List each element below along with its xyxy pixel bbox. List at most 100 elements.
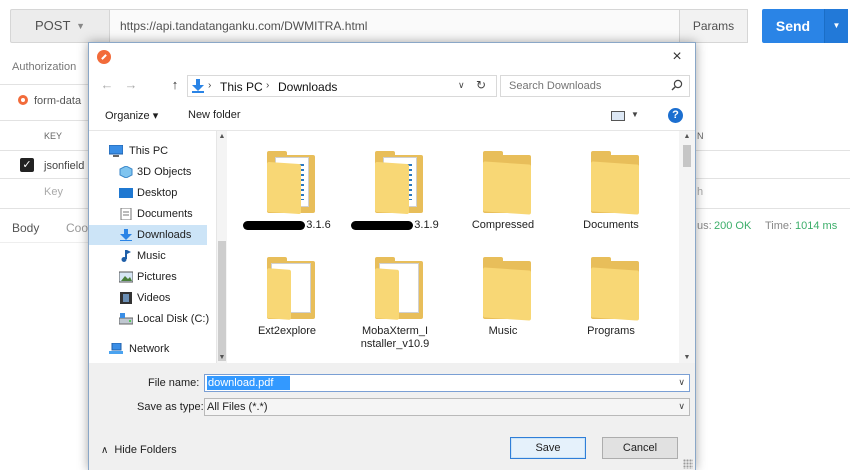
new-key-placeholder[interactable]: Key	[44, 186, 63, 198]
nav-item-local-disk[interactable]: Local Disk (C:)	[89, 309, 210, 329]
desktop-icon	[119, 188, 133, 198]
view-options-icon[interactable]	[611, 111, 625, 121]
file-item-mobaxterm-installer[interactable]: MobaXterm_Installer_v10.9	[345, 243, 445, 350]
file-name-input[interactable]	[206, 376, 666, 390]
save-as-type-label: Save as type:	[137, 401, 204, 413]
navigation-scrollbar[interactable]: ▲ ▼	[217, 131, 227, 363]
file-item-documents[interactable]: Documents	[561, 137, 661, 237]
navigation-pane: This PC 3D Objects Desktop Documents Dow…	[89, 131, 217, 363]
file-item-3-1-6[interactable]: 3.1.6	[237, 137, 337, 237]
nav-item-label: Local Disk (C:)	[137, 313, 210, 325]
nav-item-downloads[interactable]: Downloads	[89, 225, 207, 245]
breadcrumb-downloads[interactable]: Downloads	[278, 80, 337, 94]
status-label: us:	[697, 220, 712, 232]
file-item-music[interactable]: Music	[453, 243, 553, 343]
divider	[696, 150, 850, 151]
redacted-text	[243, 220, 306, 230]
hide-folders-button[interactable]: ∧ Hide Folders	[101, 444, 177, 456]
nav-item-desktop[interactable]: Desktop	[89, 183, 207, 203]
file-item-3-1-9[interactable]: 3.1.9	[345, 137, 445, 237]
row-key[interactable]: jsonfield	[44, 160, 84, 172]
search-icon[interactable]	[671, 79, 683, 91]
download-icon	[192, 79, 204, 93]
file-item-compressed[interactable]: Compressed	[453, 137, 553, 237]
file-name-label: Compressed	[471, 219, 535, 231]
tab-authorization[interactable]: Authorization	[12, 61, 76, 73]
save-as-type-value: All Files (*.*)	[207, 401, 268, 413]
chevron-down-icon[interactable]: ▼	[631, 110, 639, 119]
search-input[interactable]	[501, 76, 667, 96]
nav-item-documents[interactable]: Documents	[89, 204, 207, 224]
forward-arrow-icon[interactable]: →	[123, 77, 139, 92]
nav-item-network[interactable]: Network	[89, 339, 207, 359]
file-item-programs[interactable]: Programs	[561, 243, 661, 343]
divider	[0, 178, 88, 179]
chevron-down-icon[interactable]: ∨	[678, 377, 685, 388]
method-select[interactable]: POST ▼	[10, 9, 110, 43]
scroll-down-icon[interactable]: ▼	[217, 354, 227, 361]
breadcrumb-this-pc[interactable]: This PC	[220, 80, 263, 94]
scroll-down-icon[interactable]: ▼	[679, 354, 695, 361]
redacted-text	[351, 220, 414, 230]
file-name-label: MobaXterm_Installer_v10.9	[360, 325, 430, 350]
nav-item-label: Videos	[137, 292, 171, 304]
back-arrow-icon[interactable]: ←	[99, 77, 115, 92]
form-data-radio[interactable]	[18, 95, 28, 105]
chevron-down-icon: ▼	[76, 21, 85, 31]
divider	[0, 84, 88, 85]
url-input[interactable]: https://api.tandatanganku.com/DWMITRA.ht…	[110, 9, 680, 43]
new-value-placeholder[interactable]: h	[697, 186, 703, 198]
file-name-field[interactable]: ∨	[204, 374, 690, 392]
body-type-label: form-data	[34, 95, 82, 107]
nav-item-label: 3D Objects	[137, 166, 192, 178]
chevron-down-icon[interactable]: ∨	[458, 80, 465, 91]
nav-item-videos[interactable]: Videos	[89, 288, 207, 308]
file-list-scrollbar[interactable]: ▲ ▼	[679, 131, 695, 363]
computer-icon	[109, 145, 123, 157]
film-icon	[120, 292, 132, 304]
scroll-up-icon[interactable]: ▲	[217, 133, 227, 140]
file-list: 3.1.6 3.1.9 Compressed Documents Ext2exp…	[227, 131, 679, 363]
help-icon[interactable]: ?	[668, 108, 683, 123]
response-tab-cookies[interactable]: Coo	[66, 221, 88, 235]
save-button[interactable]: Save	[510, 437, 586, 459]
scrollbar-thumb[interactable]	[683, 145, 691, 167]
search-box[interactable]	[500, 75, 690, 97]
nav-item-label: Pictures	[137, 271, 177, 283]
nav-item-pictures[interactable]: Pictures	[89, 267, 207, 287]
new-folder-button[interactable]: New folder	[188, 109, 241, 121]
address-row: ← → ↑ › This PC › Downloads ∨ ↻	[89, 71, 695, 101]
nav-item-this-pc[interactable]: This PC	[89, 141, 207, 161]
row-enabled-checkbox[interactable]: ✓	[20, 158, 34, 172]
save-as-type-select[interactable]: All Files (*.*) ∨	[204, 398, 690, 416]
send-options-chevron-icon[interactable]: ▼	[824, 9, 848, 43]
app-logo-icon	[97, 50, 111, 64]
params-button[interactable]: Params	[680, 9, 748, 43]
chevron-down-icon[interactable]: ∨	[678, 401, 685, 412]
divider	[0, 242, 88, 243]
close-button[interactable]: ×	[667, 47, 687, 67]
resize-grip-icon[interactable]	[683, 459, 693, 469]
send-button[interactable]: Send	[762, 9, 824, 43]
document-icon	[120, 208, 132, 220]
up-arrow-icon[interactable]: ↑	[167, 77, 183, 92]
nav-item-label: Desktop	[137, 187, 178, 199]
response-tab-body[interactable]: Body	[12, 221, 39, 235]
scrollbar-thumb[interactable]	[218, 241, 226, 361]
nav-item-3d-objects[interactable]: 3D Objects	[89, 162, 207, 182]
picture-icon	[119, 271, 133, 283]
time-value: 1014 ms	[795, 220, 838, 232]
file-item-ext2explore[interactable]: Ext2explore	[237, 243, 337, 343]
divider	[696, 178, 850, 179]
refresh-icon[interactable]: ↻	[476, 78, 486, 92]
scroll-up-icon[interactable]: ▲	[679, 133, 695, 140]
network-icon	[109, 343, 123, 354]
dialog-title-bar[interactable]: ×	[89, 43, 695, 71]
address-bar[interactable]: › This PC › Downloads ∨ ↻	[187, 75, 497, 97]
cancel-button[interactable]: Cancel	[602, 437, 678, 459]
nav-item-music[interactable]: Music	[89, 246, 207, 266]
organize-button[interactable]: Organize ▾	[105, 109, 158, 122]
save-as-dialog: × ← → ↑ › This PC › Downloads ∨ ↻ Search…	[88, 42, 696, 470]
chevron-right-icon: ›	[266, 80, 270, 91]
file-name-label: Ext2explore	[257, 325, 317, 337]
